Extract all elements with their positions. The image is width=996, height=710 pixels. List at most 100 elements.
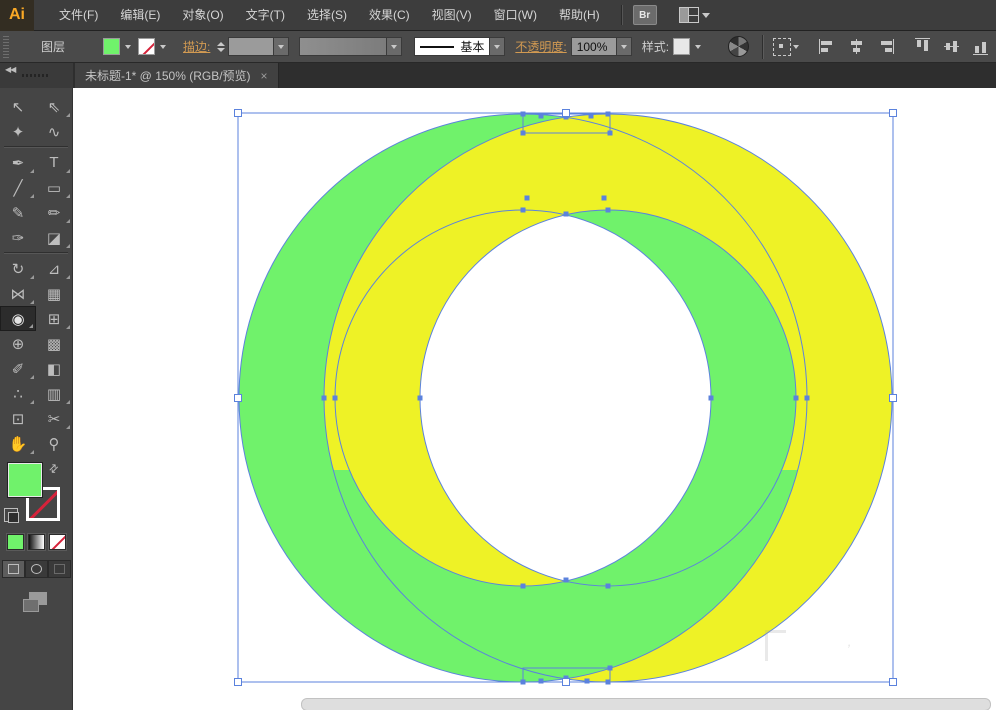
symbol-sprayer-tool[interactable]: ∴ [0, 381, 36, 406]
brush-definition-dropdown[interactable] [490, 37, 505, 56]
fill-color-swatch[interactable] [103, 38, 120, 55]
workspace-switcher[interactable] [679, 7, 710, 23]
none-mode-button[interactable] [49, 534, 66, 550]
transform-icon [773, 38, 791, 56]
blob-brush-tool[interactable]: ✑ [0, 225, 36, 250]
fill-dropdown[interactable] [121, 38, 135, 55]
close-document-icon[interactable]: × [261, 69, 268, 83]
toolbar-dock-header: ◀◀ [0, 63, 73, 88]
stroke-panel-link[interactable]: 描边: [183, 38, 210, 55]
toolbar-grip[interactable] [22, 74, 48, 77]
zoom-tool[interactable]: ⚲ [36, 431, 72, 456]
width-tool[interactable]: ⋈ [0, 281, 36, 306]
fill-chip[interactable] [7, 462, 43, 498]
toolbar-divider [4, 146, 68, 148]
horizontal-scrollbar[interactable] [301, 698, 991, 710]
default-fill-stroke-icon[interactable] [4, 508, 18, 522]
document-tab-bar: ◀◀ 未标题-1* @ 150% (RGB/预览) × [0, 63, 996, 88]
style-swatch[interactable] [673, 38, 690, 55]
canvas-area[interactable]: ‚ [73, 88, 996, 710]
paintbrush-tool[interactable]: ✎ [0, 200, 36, 225]
recolor-artwork-button[interactable] [728, 36, 749, 57]
panel-grip[interactable] [3, 36, 9, 58]
menu-object[interactable]: 对象(O) [171, 0, 234, 31]
draw-behind-button[interactable] [25, 560, 48, 578]
watermark [765, 630, 786, 661]
draw-inside-button [48, 560, 71, 578]
eyedropper-tool[interactable]: ✐ [0, 356, 36, 381]
selection-tool[interactable]: ↖ [0, 94, 36, 119]
menu-bar: Ai 文件(F) 编辑(E) 对象(O) 文字(T) 选择(S) 效果(C) 视… [0, 0, 996, 31]
drawing-modes [0, 560, 72, 578]
watermark-mark: ‚ [848, 633, 851, 649]
opacity-panel-link[interactable]: 不透明度: [515, 38, 566, 55]
align-left-button[interactable] [819, 39, 836, 54]
menu-help[interactable]: 帮助(H) [548, 0, 611, 31]
menu-type[interactable]: 文字(T) [235, 0, 296, 31]
draw-normal-button[interactable] [2, 560, 25, 578]
fill-stroke-chips: ⇄ [0, 462, 72, 526]
slice-tool[interactable]: ✂ [36, 406, 72, 431]
align-vertical-center-button[interactable] [944, 38, 959, 55]
align-right-button[interactable] [877, 39, 894, 54]
mesh-tool[interactable]: ⊕ [0, 331, 36, 356]
scale-tool[interactable]: ⊿ [36, 256, 72, 281]
magic-wand-tool[interactable]: ✦ [0, 119, 36, 144]
width-profile-dropdown[interactable] [387, 37, 402, 56]
variable-width-profile-select[interactable] [299, 37, 387, 56]
brush-definition-label: 基本 [460, 38, 484, 55]
style-dropdown[interactable] [691, 38, 705, 55]
rectangle-tool[interactable]: ▭ [36, 175, 72, 200]
shape-builder-tool[interactable]: ◉ [0, 306, 36, 331]
pencil-tool[interactable]: ✏ [36, 200, 72, 225]
selection-type-label: 图层 [41, 38, 65, 55]
bridge-button[interactable]: Br [633, 5, 657, 25]
free-transform-tool[interactable]: ▦ [36, 281, 72, 306]
perspective-grid-tool[interactable]: ⊞ [36, 306, 72, 331]
rotate-tool[interactable]: ↻ [0, 256, 36, 281]
artboard-tool[interactable]: ⊡ [0, 406, 36, 431]
document-tab[interactable]: 未标题-1* @ 150% (RGB/预览) × [75, 63, 279, 88]
menu-view[interactable]: 视图(V) [421, 0, 483, 31]
brush-definition-select[interactable]: 基本 [414, 37, 490, 56]
collapse-toolbar-button[interactable]: ◀◀ [5, 65, 15, 74]
gradient-mode-button[interactable] [28, 534, 45, 550]
swap-fill-stroke-icon[interactable]: ⇄ [46, 461, 62, 477]
gradient-tool[interactable]: ▩ [36, 331, 72, 356]
color-mode-button[interactable] [7, 534, 24, 550]
artwork-rings[interactable] [73, 88, 996, 710]
direct-selection-tool[interactable]: ⇖ [36, 94, 72, 119]
stroke-weight-stepper[interactable] [217, 42, 225, 52]
change-screen-mode-button[interactable] [23, 592, 49, 612]
illustrator-logo: Ai [0, 0, 34, 31]
eraser-tool[interactable]: ◪ [36, 225, 72, 250]
align-top-button[interactable] [915, 38, 930, 55]
lasso-tool[interactable]: ∿ [36, 119, 72, 144]
chevron-down-icon [702, 13, 710, 18]
align-bottom-button[interactable] [973, 38, 988, 55]
stroke-color-swatch[interactable] [138, 38, 155, 55]
hand-tool[interactable]: ✋ [0, 431, 36, 456]
menu-edit[interactable]: 编辑(E) [109, 0, 171, 31]
menu-select[interactable]: 选择(S) [296, 0, 358, 31]
blend-tool[interactable]: ◧ [36, 356, 72, 381]
type-tool[interactable]: T [36, 150, 72, 175]
opacity-field[interactable]: 100% [571, 37, 617, 56]
align-horizontal-center-button[interactable] [848, 39, 865, 54]
pen-tool[interactable]: ✒ [0, 150, 36, 175]
menu-effect[interactable]: 效果(C) [358, 0, 421, 31]
brush-stroke-preview [420, 46, 454, 48]
stroke-dropdown[interactable] [156, 38, 170, 55]
opacity-dropdown[interactable] [617, 37, 632, 56]
tools-panel: ↖ ⇖ ✦ ∿ ✒ T ╱ ▭ ✎ ✏ ✑ ◪ ↻ ⊿ ⋈ ▦ ◉ ⊞ ⊕ ▩ … [0, 88, 73, 710]
menu-window[interactable]: 窗口(W) [483, 0, 548, 31]
transform-panel-button[interactable] [773, 38, 799, 56]
menu-file[interactable]: 文件(F) [48, 0, 109, 31]
toolbar-divider [4, 252, 68, 254]
style-label: 样式: [642, 38, 669, 55]
column-graph-tool[interactable]: ▥ [36, 381, 72, 406]
stroke-weight-field[interactable] [228, 37, 274, 56]
line-segment-tool[interactable]: ╱ [0, 175, 36, 200]
workspace-icon [679, 7, 699, 23]
stroke-weight-dropdown[interactable] [274, 37, 289, 56]
